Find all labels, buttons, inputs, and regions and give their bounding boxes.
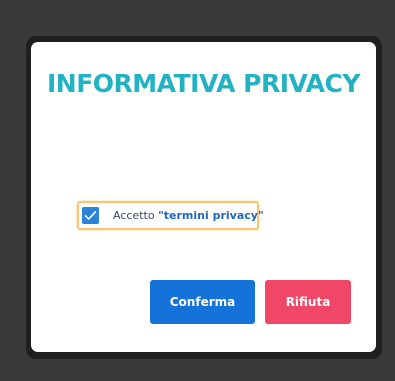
privacy-dialog: INFORMATIVA PRIVACY Accetto "termini pri…	[31, 42, 376, 352]
dialog-title: INFORMATIVA PRIVACY	[47, 69, 360, 98]
checkmark-icon	[84, 211, 97, 220]
privacy-consent-checkbox-row[interactable]: Accetto "termini privacy"	[77, 201, 264, 230]
privacy-terms-link[interactable]: "termini privacy"	[158, 209, 264, 222]
reject-button[interactable]: Rifiuta	[265, 280, 351, 324]
consent-checkbox[interactable]	[82, 207, 99, 224]
consent-label-prefix: Accetto	[113, 209, 155, 222]
consent-label: Accetto "termini privacy"	[113, 209, 264, 222]
confirm-button[interactable]: Conferma	[150, 280, 255, 324]
